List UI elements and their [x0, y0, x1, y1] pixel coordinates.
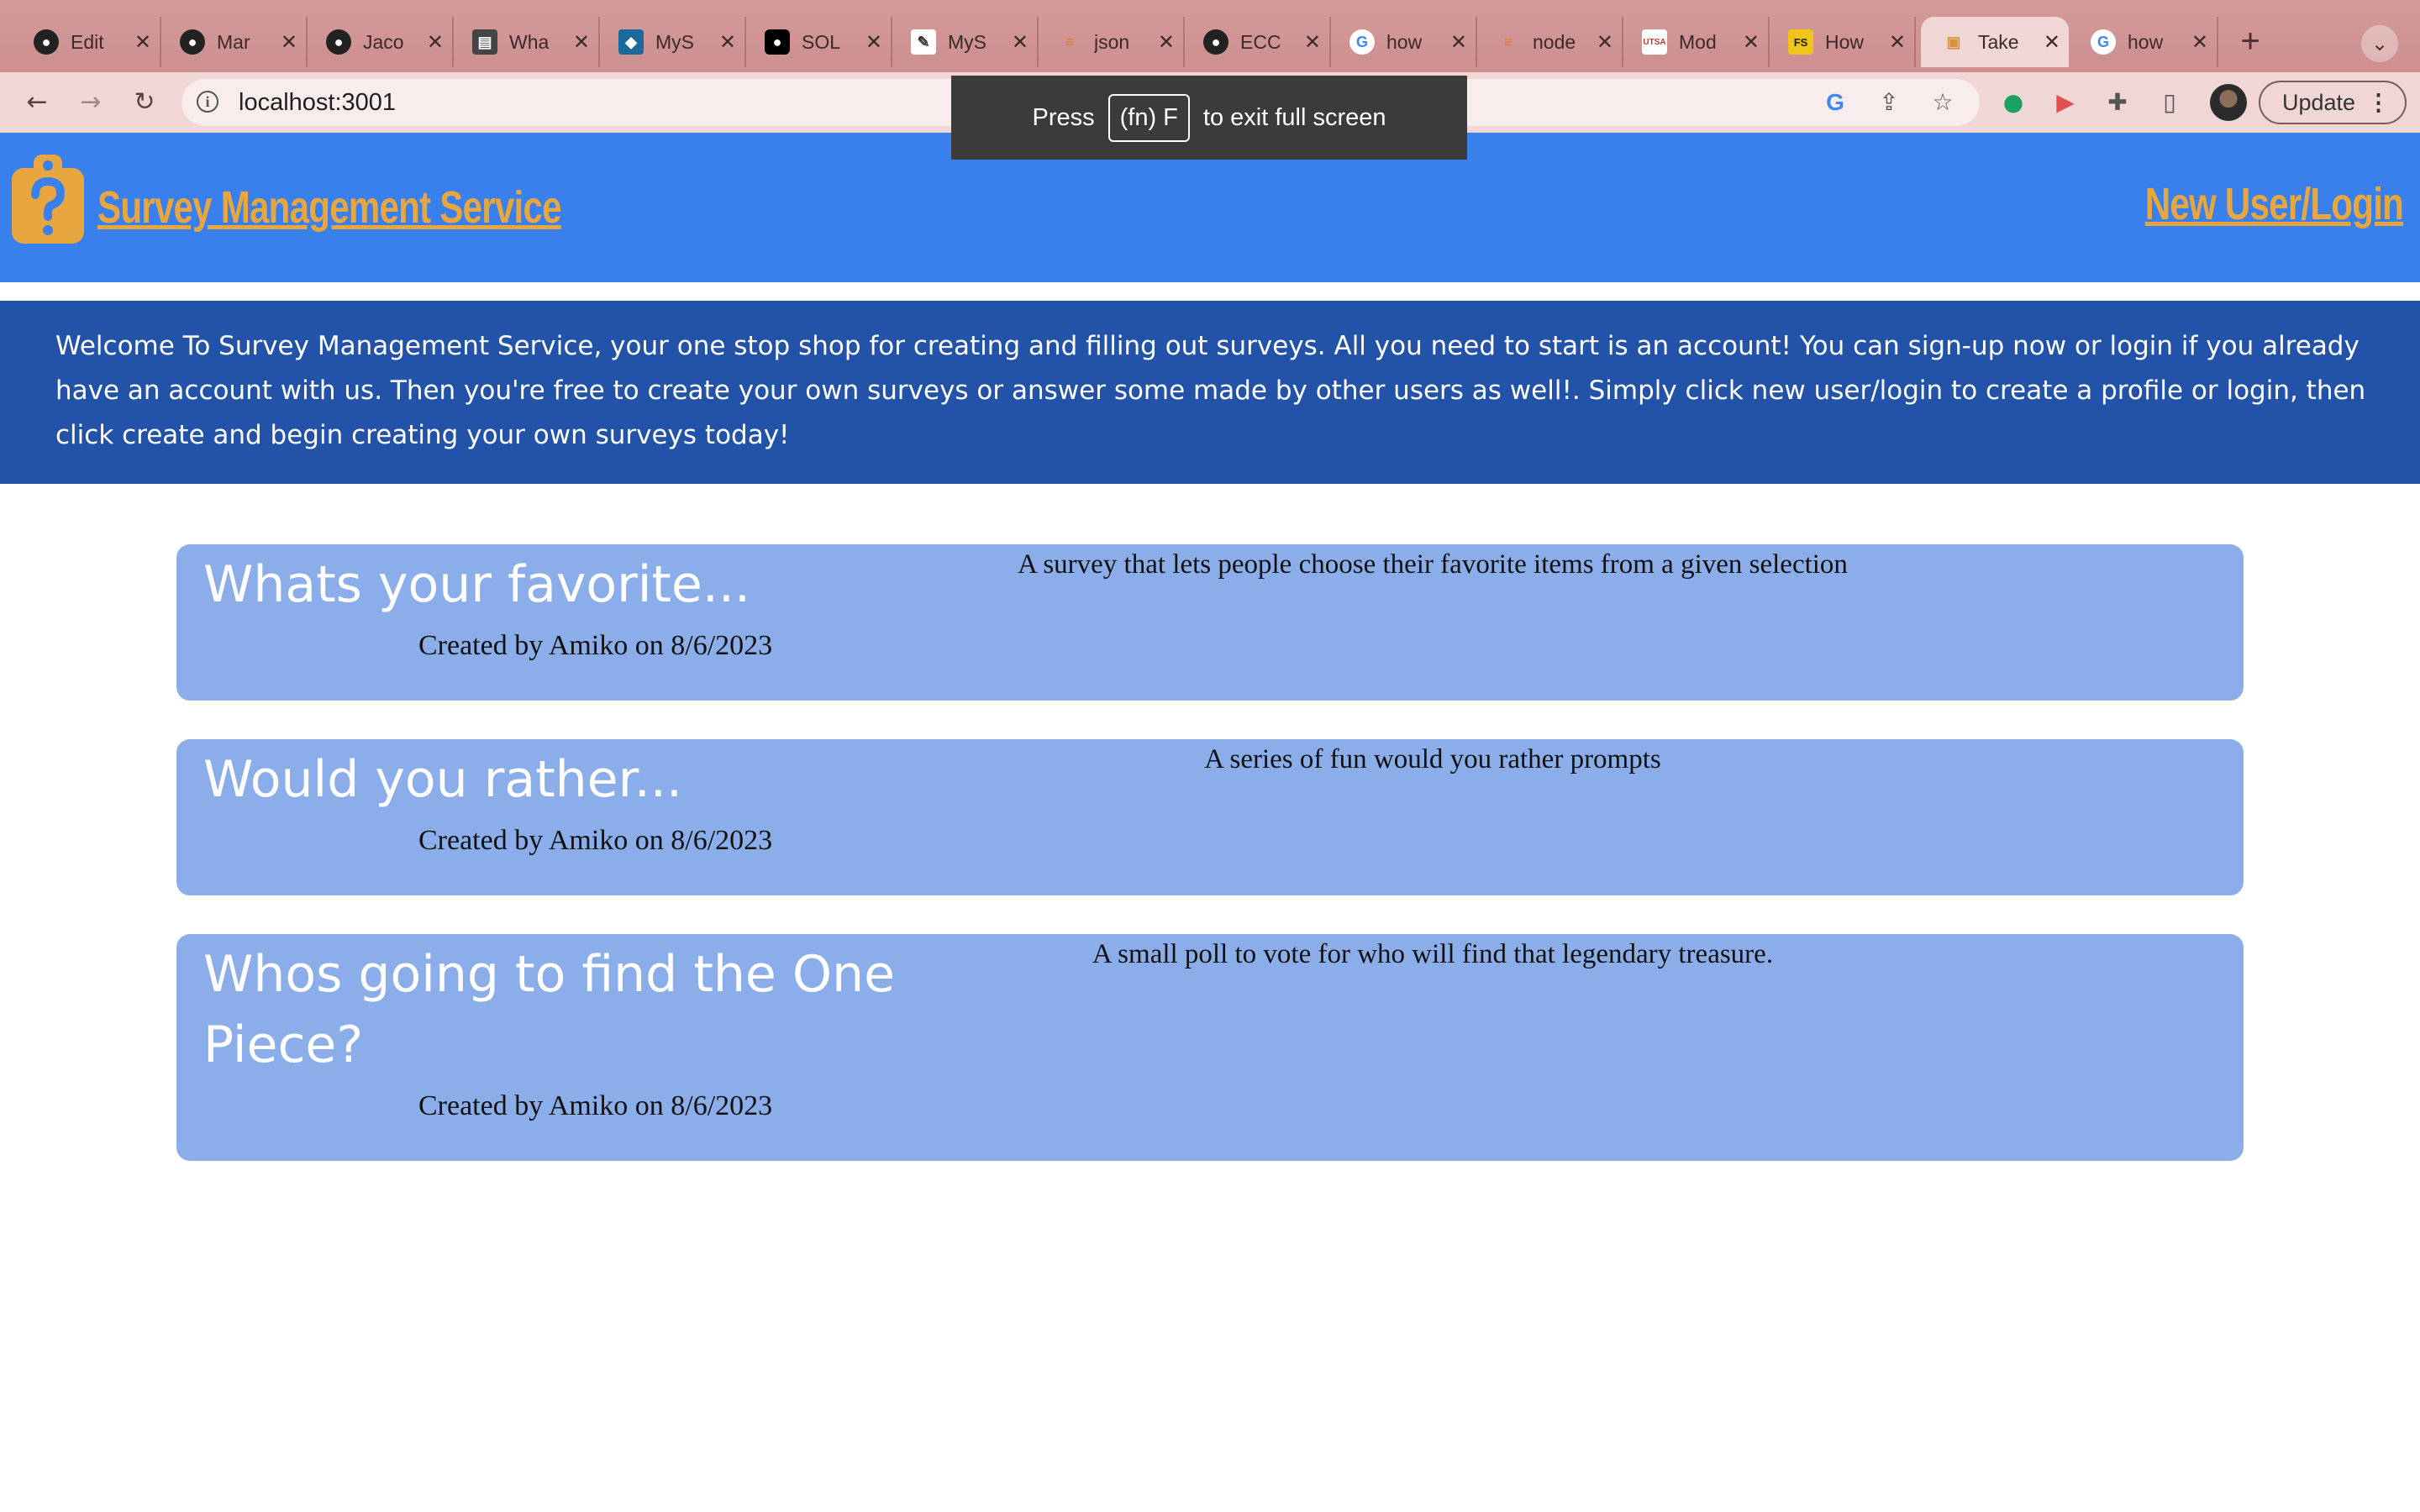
medium-icon: ● [765, 29, 790, 55]
extensions-puzzle-icon[interactable]: ✚ [2099, 84, 2136, 121]
close-icon[interactable]: ✕ [2191, 30, 2208, 55]
survey-card[interactable]: Whos going to find the One Piece? A smal… [176, 934, 2244, 1161]
tab-item[interactable]: ◆ MyS ✕ [598, 17, 746, 67]
fs-icon: FS [1788, 29, 1813, 55]
tab-title: Edit [71, 30, 104, 53]
profile-avatar[interactable] [2210, 84, 2247, 121]
close-icon[interactable]: ✕ [1012, 30, 1028, 55]
close-icon[interactable]: ✕ [1450, 30, 1467, 55]
google-icon: G [1349, 29, 1375, 55]
tab-title: json [1094, 30, 1130, 53]
update-label: Update [2282, 90, 2356, 115]
tab-title: Take [1978, 30, 2019, 53]
tab-title: Jaco [363, 30, 404, 53]
tab-item[interactable]: ▤ Wha ✕ [452, 17, 600, 67]
grammarly-icon[interactable]: ● [1995, 84, 2032, 121]
tab-item[interactable]: ✎ MyS ✕ [891, 17, 1039, 67]
tab-item[interactable]: FS How ✕ [1768, 17, 1916, 67]
welcome-text: Welcome To Survey Management Service, yo… [55, 331, 2366, 450]
survey-description: A small poll to vote for who will find t… [1092, 939, 1774, 969]
tab-title: How [1825, 30, 1865, 53]
clipboard-icon: ▣ [1946, 33, 1961, 50]
tab-item[interactable]: G how ✕ [2070, 17, 2218, 67]
tab-title: node [1533, 30, 1576, 53]
stackoverflow-icon: ≡ [1503, 33, 1513, 50]
close-icon[interactable]: ✕ [865, 30, 882, 55]
tab-title: ECC [1240, 30, 1281, 53]
record-extension-icon[interactable]: ▶ [2047, 84, 2084, 121]
survey-meta: Created by Amiko on 8/6/2023 [418, 1090, 773, 1121]
tab-item[interactable]: ≡ json ✕ [1037, 17, 1185, 67]
tab-title: MyS [948, 30, 986, 53]
survey-card[interactable]: Whats your favorite... A survey that let… [176, 544, 2244, 701]
reload-button[interactable]: ↻ [126, 84, 163, 121]
tab-item[interactable]: G how ✕ [1329, 17, 1477, 67]
tab-item-active[interactable]: ▣ Take ✕ [1921, 17, 2069, 67]
github-icon: ● [180, 29, 205, 55]
close-icon[interactable]: ✕ [1743, 30, 1760, 55]
update-button[interactable]: Update ⋮ [2259, 81, 2407, 124]
close-icon[interactable]: ✕ [281, 30, 297, 55]
tab-title: Wha [509, 30, 550, 53]
survey-description: A series of fun would you rather prompts [1204, 744, 1661, 774]
survey-meta: Created by Amiko on 8/6/2023 [418, 630, 773, 661]
google-icon: G [2091, 29, 2116, 55]
toast-rest-text: to exit full screen [1202, 103, 1386, 131]
close-icon[interactable]: ✕ [573, 30, 590, 55]
tab-item[interactable]: ● ECC ✕ [1183, 17, 1331, 67]
survey-card[interactable]: Would you rather... A series of fun woul… [176, 739, 2244, 895]
tab-title: how [1386, 30, 1423, 53]
tab-search-button[interactable]: ⌄ [2361, 25, 2398, 62]
tab-item[interactable]: UTSA Mod ✕ [1622, 17, 1770, 67]
tab-title: SOL [802, 30, 841, 53]
close-icon[interactable]: ✕ [427, 30, 444, 55]
tab-title: Mar [217, 30, 250, 53]
tab-item[interactable]: ≡ node ✕ [1476, 17, 1623, 67]
close-icon[interactable]: ✕ [2044, 30, 2060, 55]
welcome-banner: Welcome To Survey Management Service, yo… [0, 301, 2420, 484]
tab-title: how [2128, 30, 2164, 53]
close-icon[interactable]: ✕ [1889, 30, 1906, 55]
github-icon: ● [1203, 29, 1228, 55]
google-lens-icon[interactable]: G [1818, 86, 1852, 119]
close-icon[interactable]: ✕ [1158, 30, 1175, 55]
stamp-icon: ✎ [911, 29, 936, 55]
site-title-link[interactable]: Survey Management Service [97, 181, 562, 234]
close-icon[interactable]: ✕ [1304, 30, 1321, 55]
survey-description: A survey that lets people choose their f… [1018, 549, 1848, 580]
forward-button[interactable]: → [72, 84, 109, 121]
utsa-icon: UTSA [1642, 29, 1667, 55]
mysql-icon: ◆ [618, 29, 644, 55]
side-panel-icon[interactable]: ▯ [2151, 84, 2188, 121]
bookmark-star-icon[interactable]: ☆ [1926, 86, 1960, 119]
github-icon: ● [326, 29, 351, 55]
share-icon[interactable]: ⇪ [1872, 86, 1906, 119]
close-icon[interactable]: ✕ [719, 30, 736, 55]
toast-key: (fn) F [1107, 93, 1190, 142]
tab-item[interactable]: ● Edit ✕ [13, 17, 161, 67]
menu-kebab-icon: ⋮ [2367, 90, 2390, 115]
new-user-login-link[interactable]: New User/Login [2145, 178, 2404, 230]
stackoverflow-icon: ≡ [1065, 33, 1075, 50]
question-clipboard-icon[interactable] [10, 151, 86, 245]
fullscreen-toast: Press (fn) F to exit full screen [951, 76, 1467, 160]
id-card-icon: ▤ [472, 29, 497, 55]
url-text[interactable]: localhost:3001 [239, 79, 396, 126]
close-icon[interactable]: ✕ [134, 30, 151, 55]
new-tab-button[interactable]: + [2232, 24, 2269, 60]
survey-meta: Created by Amiko on 8/6/2023 [418, 825, 773, 856]
toast-press-text: Press [1032, 103, 1095, 131]
tab-strip: ● Edit ✕ ● Mar ✕ ● Jaco ✕ ▤ Wha ✕ ◆ MyS … [0, 0, 2420, 72]
tab-item[interactable]: ● SOL ✕ [744, 17, 892, 67]
tab-item[interactable]: ● Mar ✕ [160, 17, 308, 67]
github-icon: ● [34, 29, 59, 55]
tab-title: Mod [1679, 30, 1717, 53]
back-button[interactable]: ← [18, 84, 55, 121]
site-info-icon[interactable]: i [197, 91, 218, 113]
tab-title: MyS [655, 30, 694, 53]
tab-item[interactable]: ● Jaco ✕ [306, 17, 454, 67]
close-icon[interactable]: ✕ [1597, 30, 1613, 55]
